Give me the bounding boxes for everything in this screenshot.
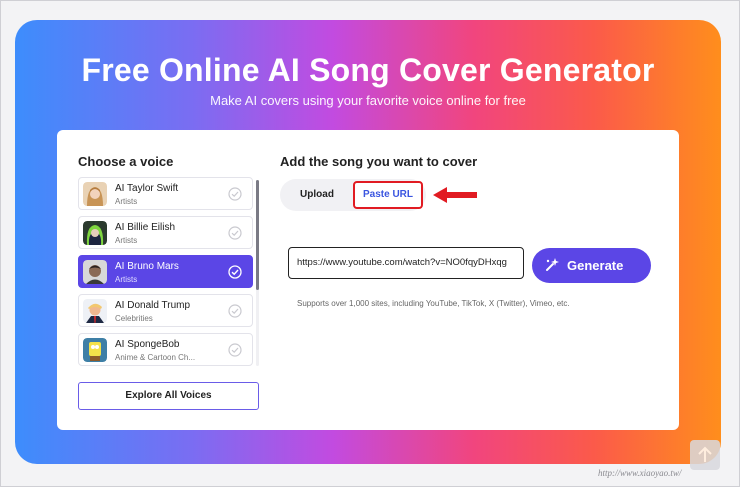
voice-item-taylor-swift[interactable]: AI Taylor Swift Artists	[78, 177, 253, 210]
hero-banner: Free Online AI Song Cover Generator Make…	[15, 20, 721, 464]
voice-name: AI Taylor Swift	[115, 183, 179, 194]
voice-name: AI Donald Trump	[115, 300, 191, 311]
voice-name: AI Billie Eilish	[115, 222, 176, 233]
voice-category: Artists	[115, 197, 138, 206]
voice-category: Celebrities	[115, 314, 153, 323]
red-arrow-annotation-icon	[433, 187, 477, 203]
donald-trump-avatar	[83, 299, 107, 323]
check-circle-icon	[228, 343, 242, 357]
song-url-input[interactable]: https://www.youtube.com/watch?v=NO0fqyDH…	[288, 247, 524, 279]
voice-list-scrollbar[interactable]	[256, 180, 259, 366]
source-tab-group: Upload Paste URL	[280, 179, 426, 211]
tab-paste-url[interactable]: Paste URL	[353, 181, 423, 209]
supported-sites-note: Supports over 1,000 sites, including You…	[297, 299, 570, 308]
bruno-mars-avatar	[83, 260, 107, 284]
billie-eilish-avatar	[83, 221, 107, 245]
voice-item-billie-eilish[interactable]: AI Billie Eilish Artists	[78, 216, 253, 249]
scroll-to-top-button[interactable]	[690, 440, 720, 470]
taylor-swift-avatar	[83, 182, 107, 206]
voice-item-spongebob[interactable]: AI SpongeBob Anime & Cartoon Ch...	[78, 333, 253, 366]
voice-item-bruno-mars[interactable]: AI Bruno Mars Artists	[78, 255, 253, 288]
generate-label: Generate	[567, 258, 624, 273]
voice-category: Anime & Cartoon Ch...	[115, 353, 196, 362]
sparkle-wand-icon	[546, 258, 559, 271]
page-title: Free Online AI Song Cover Generator	[81, 52, 655, 88]
voice-item-donald-trump[interactable]: AI Donald Trump Celebrities	[78, 294, 253, 327]
generate-button[interactable]: Generate	[532, 248, 651, 283]
voice-list[interactable]: AI Taylor Swift Artists AI Billie Eilish…	[78, 177, 260, 367]
generator-card: Choose a voice AI Taylor Swift Artists A…	[57, 130, 679, 430]
voice-category: Artists	[115, 236, 138, 245]
voice-category: Artists	[115, 275, 138, 284]
page-subtitle: Make AI covers using your favorite voice…	[210, 93, 526, 108]
voice-name: AI SpongeBob	[115, 339, 180, 350]
arrow-up-icon	[698, 446, 712, 462]
site-watermark: http://www.xiaoyao.tw/	[598, 468, 682, 478]
tab-upload[interactable]: Upload	[292, 179, 342, 211]
check-circle-icon	[228, 226, 242, 240]
explore-all-voices-button[interactable]: Explore All Voices	[78, 382, 259, 410]
scrollbar-thumb[interactable]	[256, 180, 259, 290]
check-circle-icon	[228, 187, 242, 201]
voice-section-heading: Choose a voice	[78, 154, 174, 169]
check-circle-icon	[228, 304, 242, 318]
voice-name: AI Bruno Mars	[115, 261, 179, 272]
check-circle-icon	[228, 265, 242, 279]
song-section-heading: Add the song you want to cover	[280, 154, 478, 169]
spongebob-avatar	[83, 338, 107, 362]
